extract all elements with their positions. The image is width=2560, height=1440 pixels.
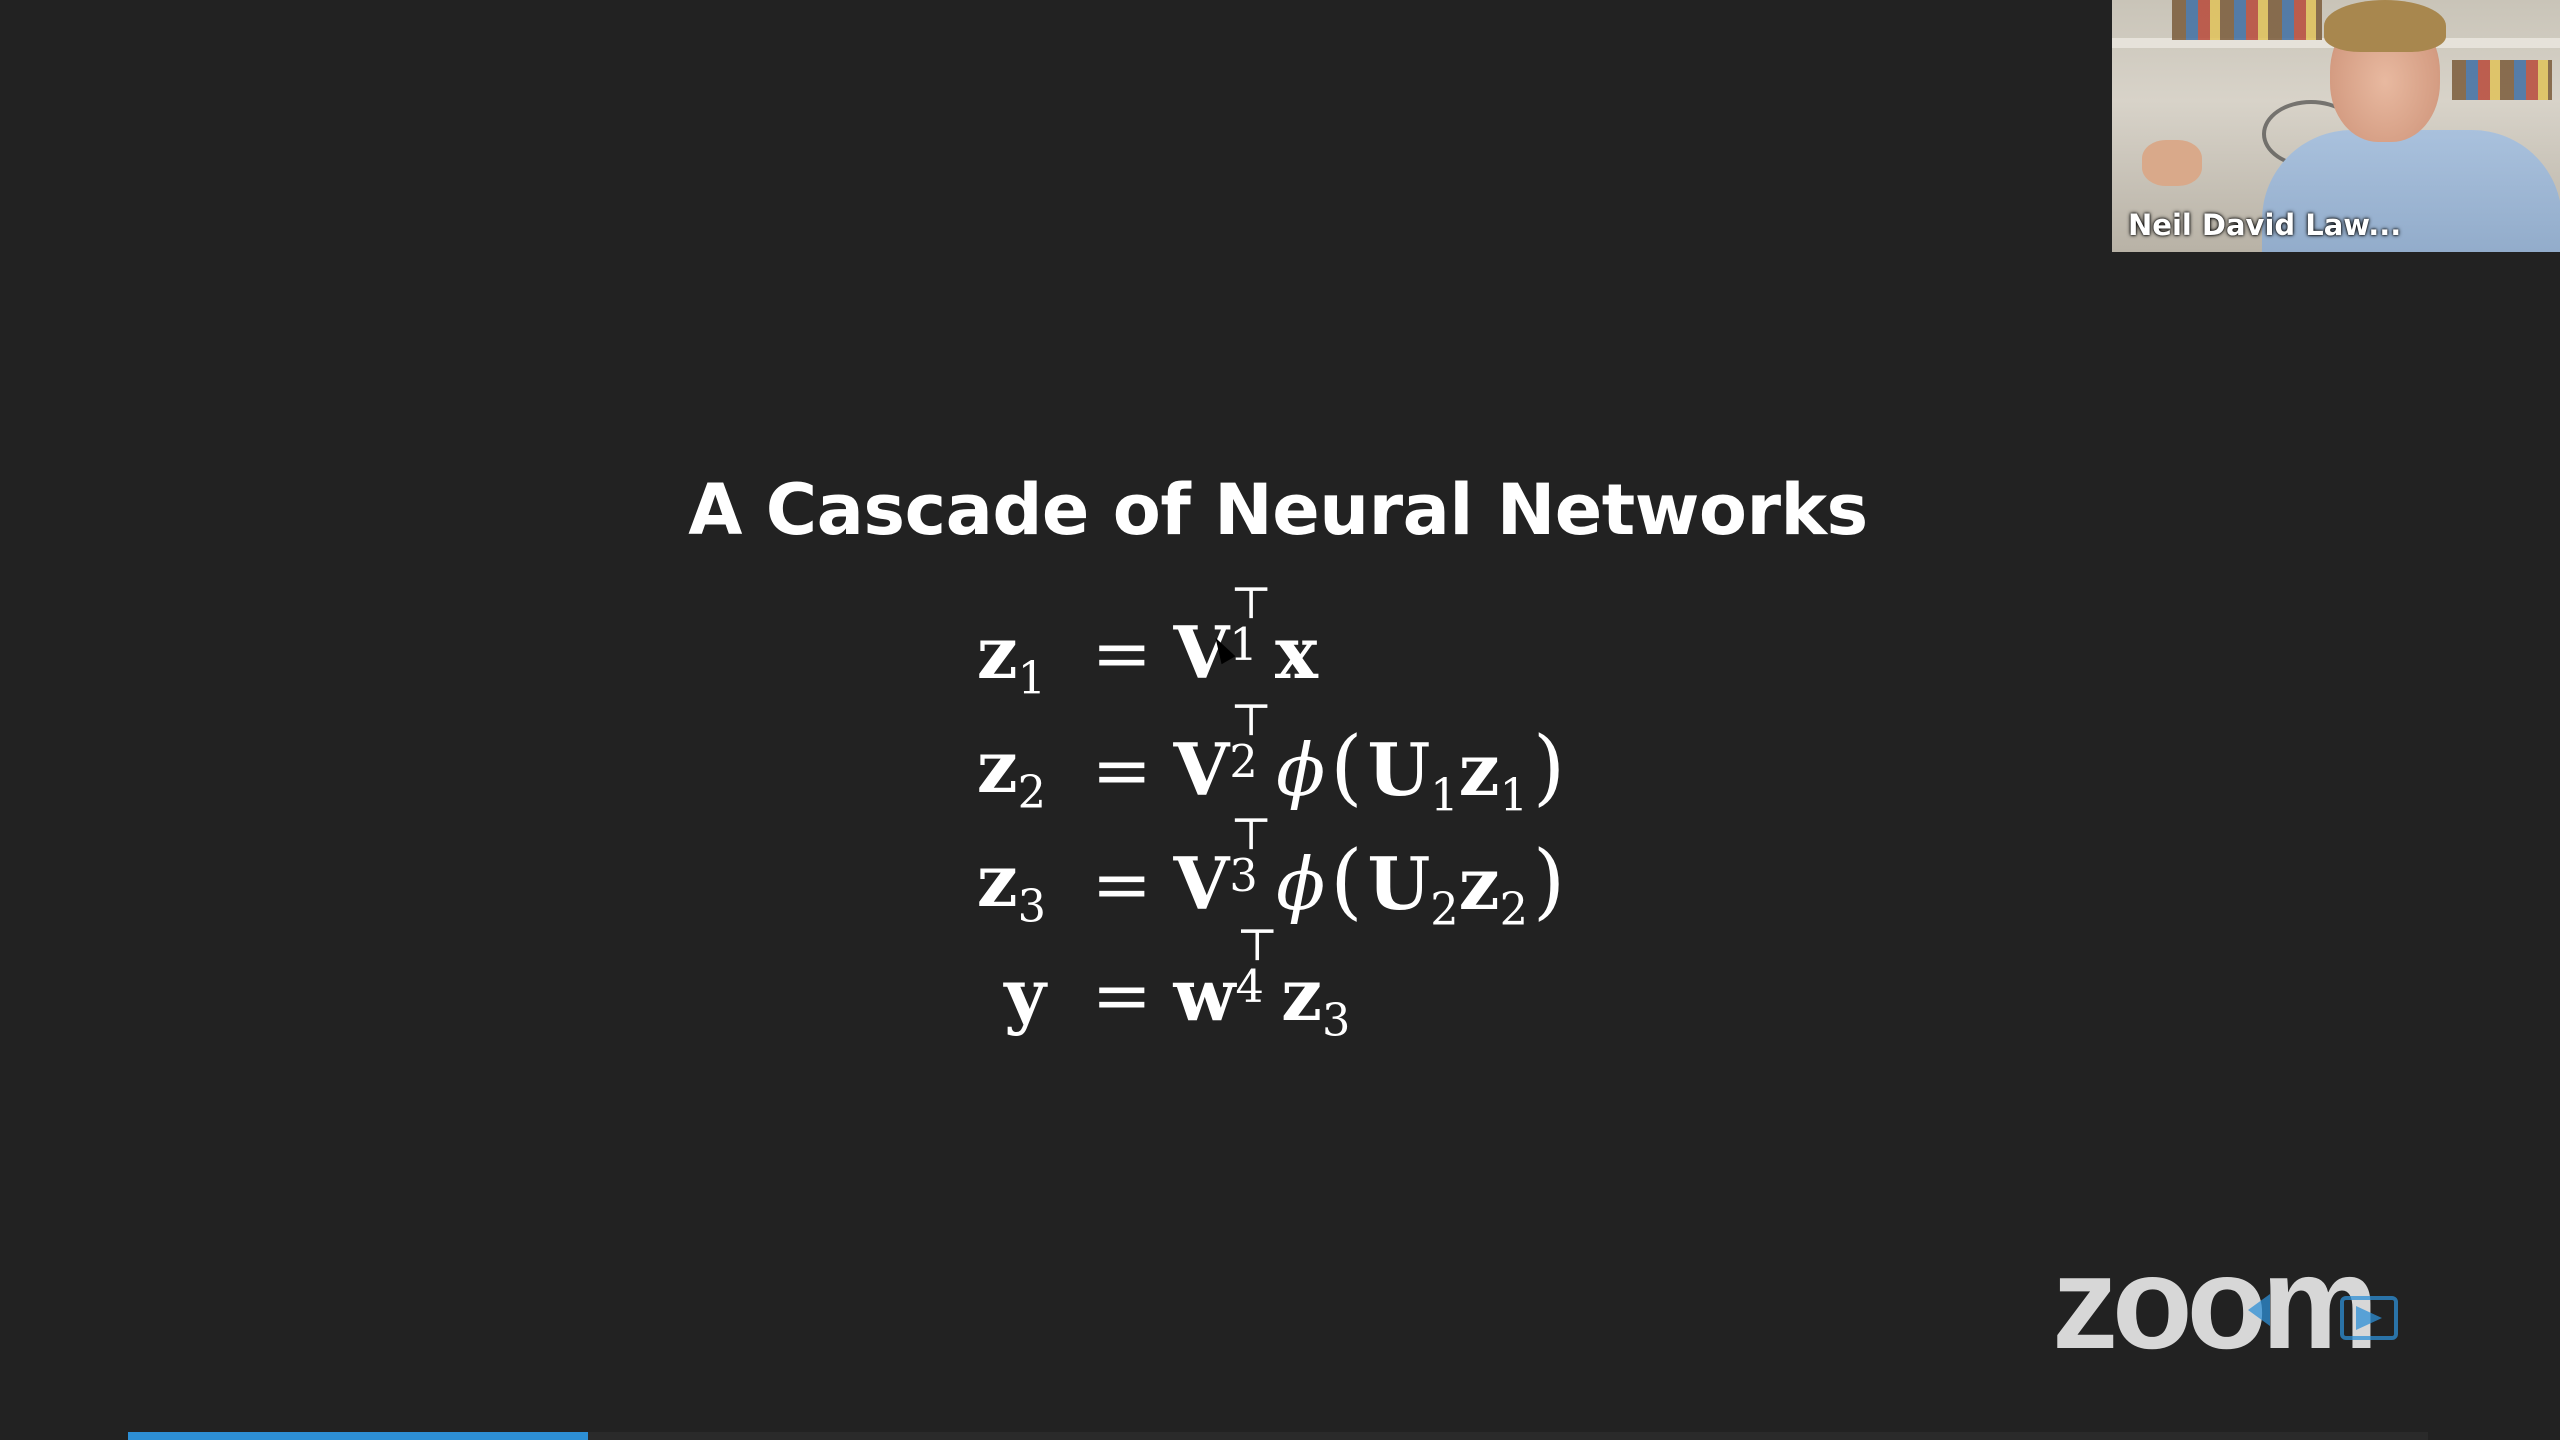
equation-4: y = w ⊤ 4 z3 bbox=[960, 919, 1860, 1050]
speaker-hand bbox=[2142, 140, 2202, 186]
equation-3-rhs: = V ⊤ 3 ϕ(U2z2) bbox=[1091, 808, 1566, 936]
equation-2-rhs: = V ⊤ 2 ϕ(U1z1) bbox=[1091, 694, 1566, 822]
equation-1-lhs: z1 bbox=[976, 610, 1046, 705]
equation-4-lhs: y bbox=[1004, 952, 1046, 1037]
playback-progress-bar[interactable] bbox=[128, 1432, 2428, 1440]
slide-title: A Cascade of Neural Networks bbox=[688, 469, 1868, 551]
zoom-logo: zoom bbox=[2052, 1248, 2398, 1368]
zoom-logo-text: zoom bbox=[2052, 1248, 2373, 1368]
shelf-items bbox=[2452, 60, 2552, 100]
speaker-video-thumbnail[interactable]: Neil David Law... bbox=[2112, 0, 2560, 252]
playback-progress-fill bbox=[128, 1432, 588, 1440]
equation-2-lhs: z2 bbox=[976, 724, 1046, 819]
equation-1: z1 = V ⊤ 1 x bbox=[960, 577, 1860, 708]
equation-4-rhs: = w ⊤ 4 z3 bbox=[1091, 919, 1351, 1047]
equation-3: z3 = V ⊤ 3 ϕ(U2z2) bbox=[960, 808, 1860, 936]
shelf-books bbox=[2172, 0, 2322, 40]
equation-1-rhs: = V ⊤ 1 x bbox=[1091, 577, 1318, 695]
speaker-hair bbox=[2324, 0, 2446, 52]
zoom-recording-view: A Cascade of Neural Networks z1 = V ⊤ 1 x z2… bbox=[0, 0, 2560, 1440]
speaker-name-label: Neil David Law... bbox=[2128, 208, 2402, 242]
equation-2: z2 = V ⊤ 2 ϕ(U1z1) bbox=[960, 694, 1860, 822]
equation-3-lhs: z3 bbox=[976, 838, 1046, 933]
